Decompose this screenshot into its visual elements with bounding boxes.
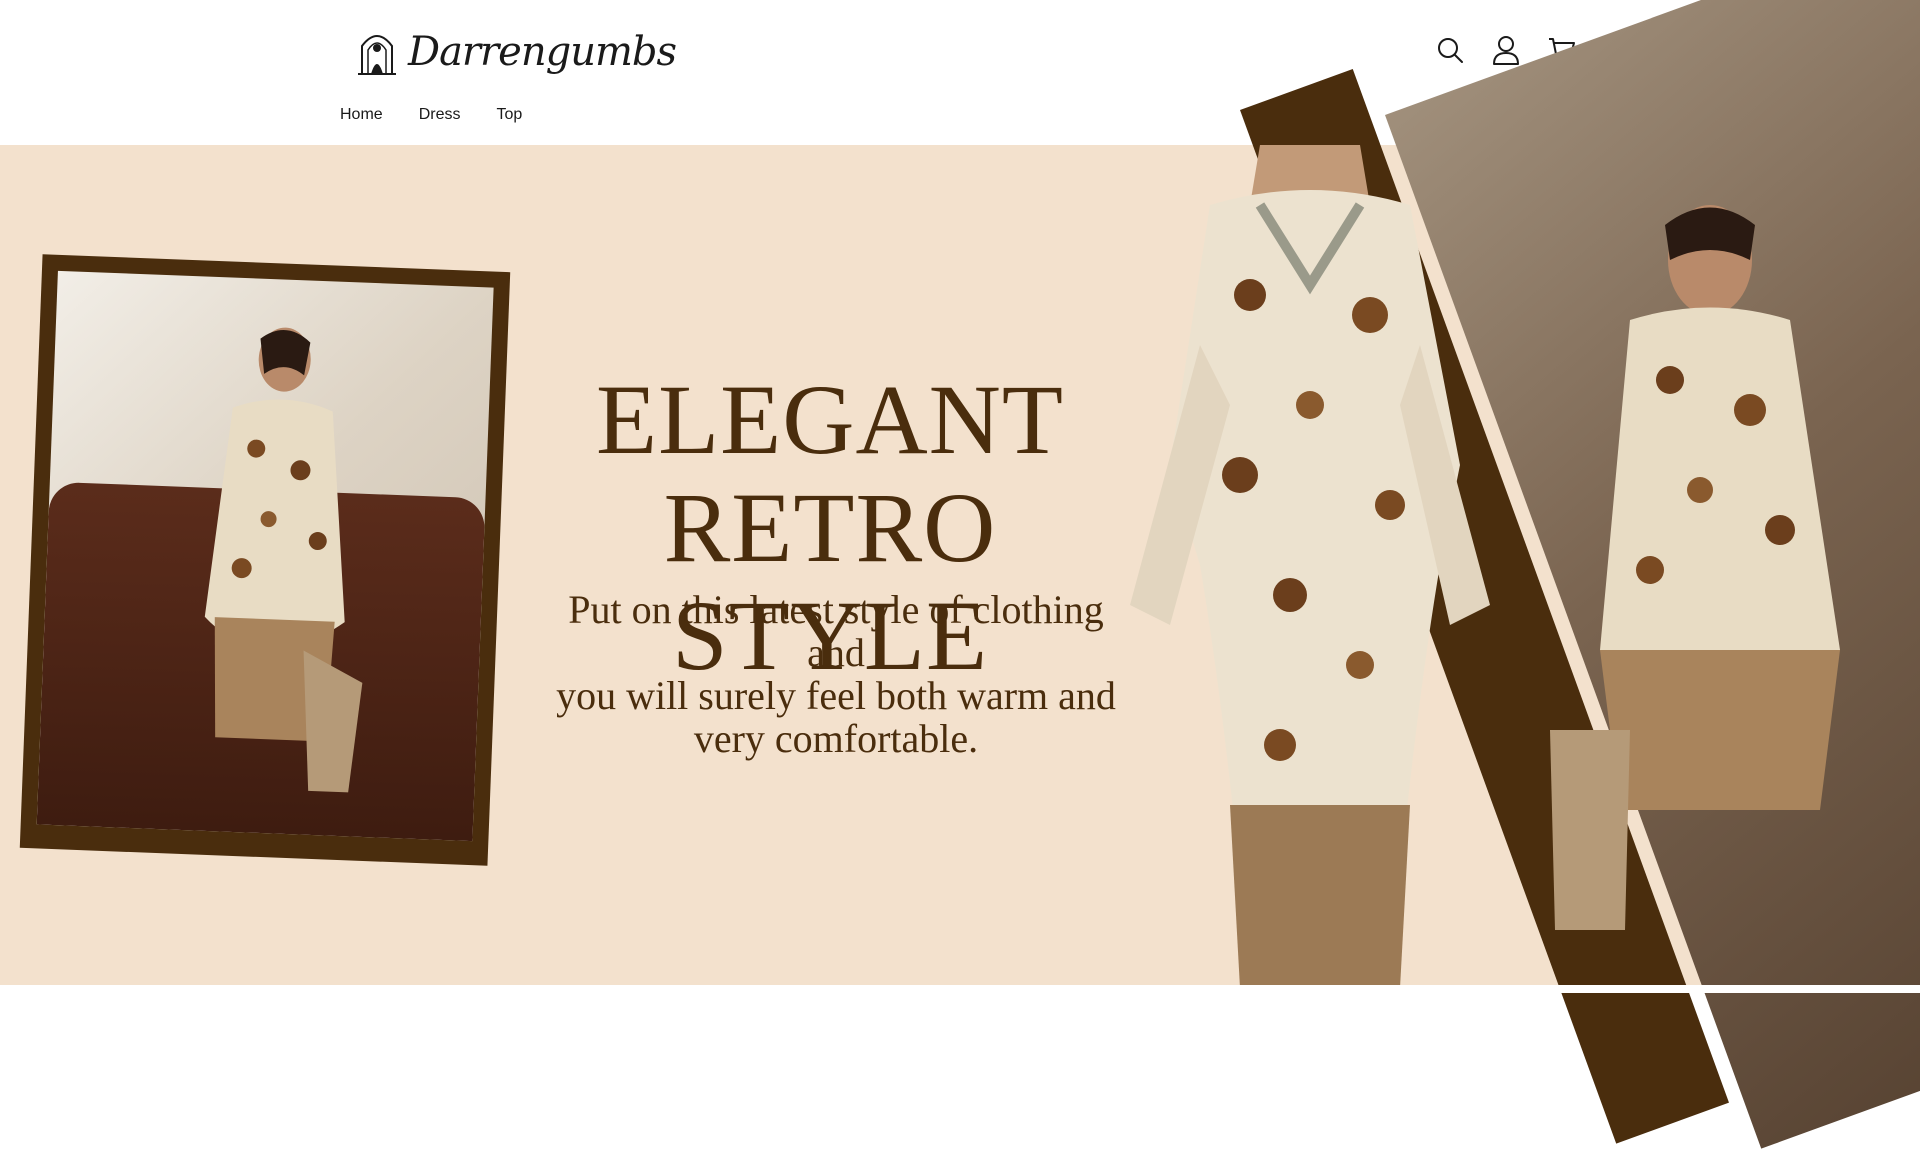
brand-name: Darrengumbs [408, 29, 677, 75]
account-icon[interactable] [1491, 34, 1521, 66]
model-figure [204, 327, 363, 793]
subtitle-line-3: very comfortable. [693, 716, 979, 761]
framed-photo-left [19, 254, 511, 866]
page-bottom-edge [0, 985, 1920, 993]
brand-logo[interactable]: Darrengumbs [356, 22, 677, 82]
model-on-sofa-photo [36, 270, 494, 842]
nav-item-home[interactable]: Home [340, 106, 383, 124]
headline-line-1: ELEGANT [596, 364, 1064, 475]
logo-emblem-icon [358, 35, 396, 75]
nav-item-top[interactable]: Top [496, 106, 522, 124]
hero-subtitle: Put on this latest style of clothing and… [540, 588, 1132, 760]
seated-model-figure [1550, 205, 1840, 930]
nav-item-dress[interactable]: Dress [419, 106, 461, 124]
subtitle-line-1: Put on this latest style of clothing and [568, 587, 1104, 675]
main-nav: Home Dress Top [340, 106, 522, 124]
search-icon[interactable] [1435, 34, 1465, 66]
subtitle-line-2: you will surely feel both warm and [556, 673, 1116, 718]
